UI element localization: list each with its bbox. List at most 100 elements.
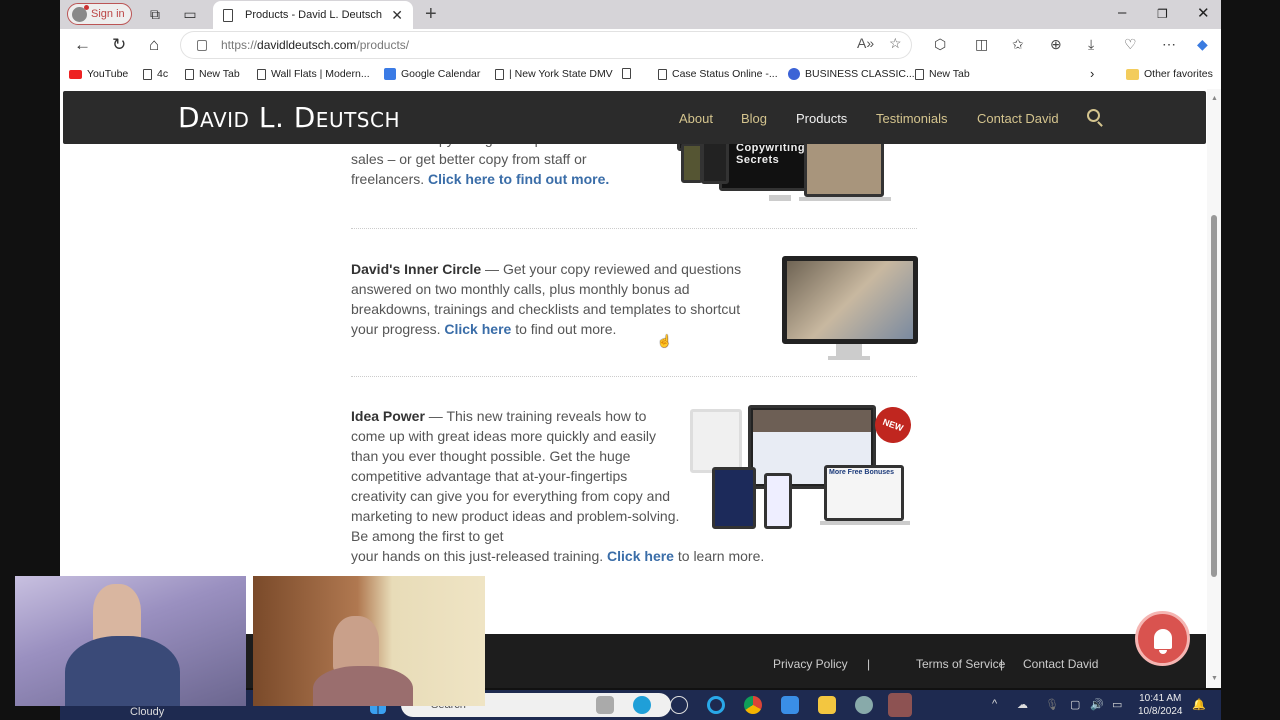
bookmark-youtube[interactable]: YouTube (69, 68, 128, 80)
home-icon[interactable]: ⌂ (149, 35, 159, 55)
bookmark-label: 4c (157, 68, 169, 80)
product-text: This new training reveals how to come up… (351, 408, 680, 544)
restore-button[interactable]: ❐ (1157, 7, 1168, 21)
page-icon (223, 8, 233, 22)
system-clock[interactable]: 10:41 AM 10/8/2024 (1138, 692, 1183, 718)
footer-contact-david[interactable]: Contact David (1023, 657, 1098, 671)
product-text: freelancers. (351, 171, 429, 187)
bookmark-label: Other favorites (1144, 68, 1213, 80)
sign-in-label: Sign in (91, 8, 125, 20)
bookmark-untitled[interactable] (622, 68, 631, 79)
bookmark-4c[interactable]: 4c (143, 68, 168, 80)
new-tab-button[interactable]: + (425, 3, 437, 26)
footer-privacy-policy[interactable]: Privacy Policy (773, 657, 848, 671)
divider (351, 228, 917, 229)
close-tab-icon[interactable]: ✕ (391, 7, 403, 24)
notification-bell-button[interactable] (1135, 611, 1190, 666)
volume-icon[interactable]: 🔊 (1090, 698, 1104, 711)
nav-blog[interactable]: Blog (741, 111, 767, 126)
chrome-icon[interactable] (744, 696, 762, 714)
favorites-icon[interactable]: ✩ (1012, 36, 1024, 53)
page-scrollbar[interactable]: ▲ ▼ (1207, 89, 1221, 688)
learn-more-link[interactable]: Click here (607, 548, 674, 564)
bookmark-case-status[interactable]: Case Status Online -... (658, 68, 778, 80)
favorite-star-icon[interactable]: ☆ (889, 35, 902, 52)
nav-products[interactable]: Products (796, 111, 847, 126)
bookmark-google-calendar[interactable]: Google Calendar (384, 68, 480, 80)
back-icon[interactable]: ← (74, 35, 91, 55)
scroll-up-arrow-icon[interactable]: ▲ (1211, 95, 1218, 102)
refresh-icon[interactable]: ↻ (112, 35, 126, 55)
search-icon[interactable] (1087, 109, 1100, 122)
bookmark-ny-dmv[interactable]: | New York State DMV (495, 68, 613, 80)
network-icon[interactable]: ▢ (1070, 698, 1080, 711)
product-idea-power: Idea Power — This new training reveals h… (351, 406, 764, 566)
scroll-down-arrow-icon[interactable]: ▼ (1211, 675, 1218, 682)
microphone-icon[interactable]: 🎙 (1045, 698, 1059, 711)
active-app-icon[interactable] (888, 693, 912, 717)
footer-separator: | (867, 657, 871, 671)
browser-essentials-icon[interactable]: ♡ (1124, 36, 1137, 53)
clock-date: 10/8/2024 (1138, 706, 1183, 717)
clock-time: 10:41 AM (1139, 693, 1182, 704)
bookmark-business-classic[interactable]: BUSINESS CLASSIC... (788, 68, 915, 80)
bookmark-new-tab-2[interactable]: New Tab (915, 68, 970, 80)
workspaces-icon[interactable]: ⧉ (147, 6, 163, 22)
monitor-mockup (782, 256, 918, 344)
laptop-base (799, 197, 891, 201)
bookmark-label: Wall Flats | Modern... (271, 68, 370, 80)
collections-icon[interactable]: ⊕ (1050, 36, 1062, 53)
bookmarks-overflow-chevron-icon[interactable]: › (1090, 66, 1094, 81)
zoom-call-screen (787, 261, 913, 339)
more-menu-icon[interactable]: ⋯ (1162, 36, 1176, 53)
read-aloud-icon[interactable]: A» (857, 35, 874, 51)
nav-contact-david[interactable]: Contact David (977, 111, 1059, 126)
nav-testimonials[interactable]: Testimonials (876, 111, 948, 126)
close-window-button[interactable]: ✕ (1197, 4, 1210, 22)
settings-icon[interactable] (855, 696, 873, 714)
hand-cursor-icon: ☝ (657, 334, 672, 348)
alexa-icon[interactable] (707, 696, 725, 714)
nav-about[interactable]: About (679, 111, 713, 126)
address-bar[interactable]: https://davidldeutsch.com/products/ A» ☆ (181, 32, 911, 58)
product-text: sales – or get better copy from staff or (351, 151, 587, 167)
sign-in-button[interactable]: Sign in (67, 3, 132, 25)
edge-icon[interactable] (633, 696, 651, 714)
bookmark-new-tab[interactable]: New Tab (185, 68, 240, 80)
weather-widget[interactable]: Cloudy (130, 706, 164, 718)
bookmarks-bar: YouTube 4c New Tab Wall Flats | Modern..… (60, 61, 1221, 89)
idea-power-image[interactable]: More Free Bonuses NEW (690, 401, 917, 529)
bookmark-label: Case Status Online -... (672, 68, 778, 80)
page-icon (185, 68, 194, 80)
person-body (65, 636, 180, 706)
inner-circle-image[interactable] (782, 256, 918, 364)
site-logo[interactable]: David L. Deutsch (178, 101, 400, 134)
bookmark-wall-flats[interactable]: Wall Flats | Modern... (257, 68, 370, 80)
page-icon (257, 68, 266, 80)
footer-terms-of-service[interactable]: Terms of Service (916, 657, 1005, 671)
battery-icon[interactable]: ▭ (1112, 698, 1122, 711)
task-view-icon[interactable] (596, 696, 614, 714)
copilot-icon[interactable]: ◆ (1197, 36, 1208, 53)
tab-actions-icon[interactable]: ▭ (182, 6, 198, 22)
notifications-icon[interactable]: 🔔 (1192, 698, 1206, 711)
tab-products[interactable]: Products - David L. Deutsch ✕ (213, 1, 413, 29)
product-inner-circle: David's Inner Circle — Get your copy rev… (351, 259, 751, 339)
dell-icon[interactable] (670, 696, 688, 714)
laptop-mockup: More Free Bonuses (824, 465, 904, 521)
onedrive-icon[interactable]: ☁ (1017, 698, 1028, 711)
scrollbar-thumb[interactable] (1211, 215, 1217, 577)
minimize-button[interactable]: – (1118, 4, 1126, 21)
new-badge: NEW (869, 401, 917, 449)
page-icon (495, 68, 504, 80)
tray-overflow-chevron-icon[interactable]: ^ (992, 698, 997, 710)
file-explorer-icon[interactable] (818, 696, 836, 714)
downloads-icon[interactable]: ⤓ (1088, 36, 1094, 53)
click-here-link[interactable]: Click here (444, 321, 511, 337)
bookmark-other-favorites[interactable]: Other favorites (1126, 68, 1213, 80)
store-icon[interactable] (781, 696, 799, 714)
extensions-icon[interactable]: ⬡ (934, 36, 946, 53)
split-screen-icon[interactable]: ◫ (975, 36, 988, 53)
find-out-more-link[interactable]: Click here to find out more. (428, 171, 609, 187)
monitor-base (828, 356, 870, 360)
